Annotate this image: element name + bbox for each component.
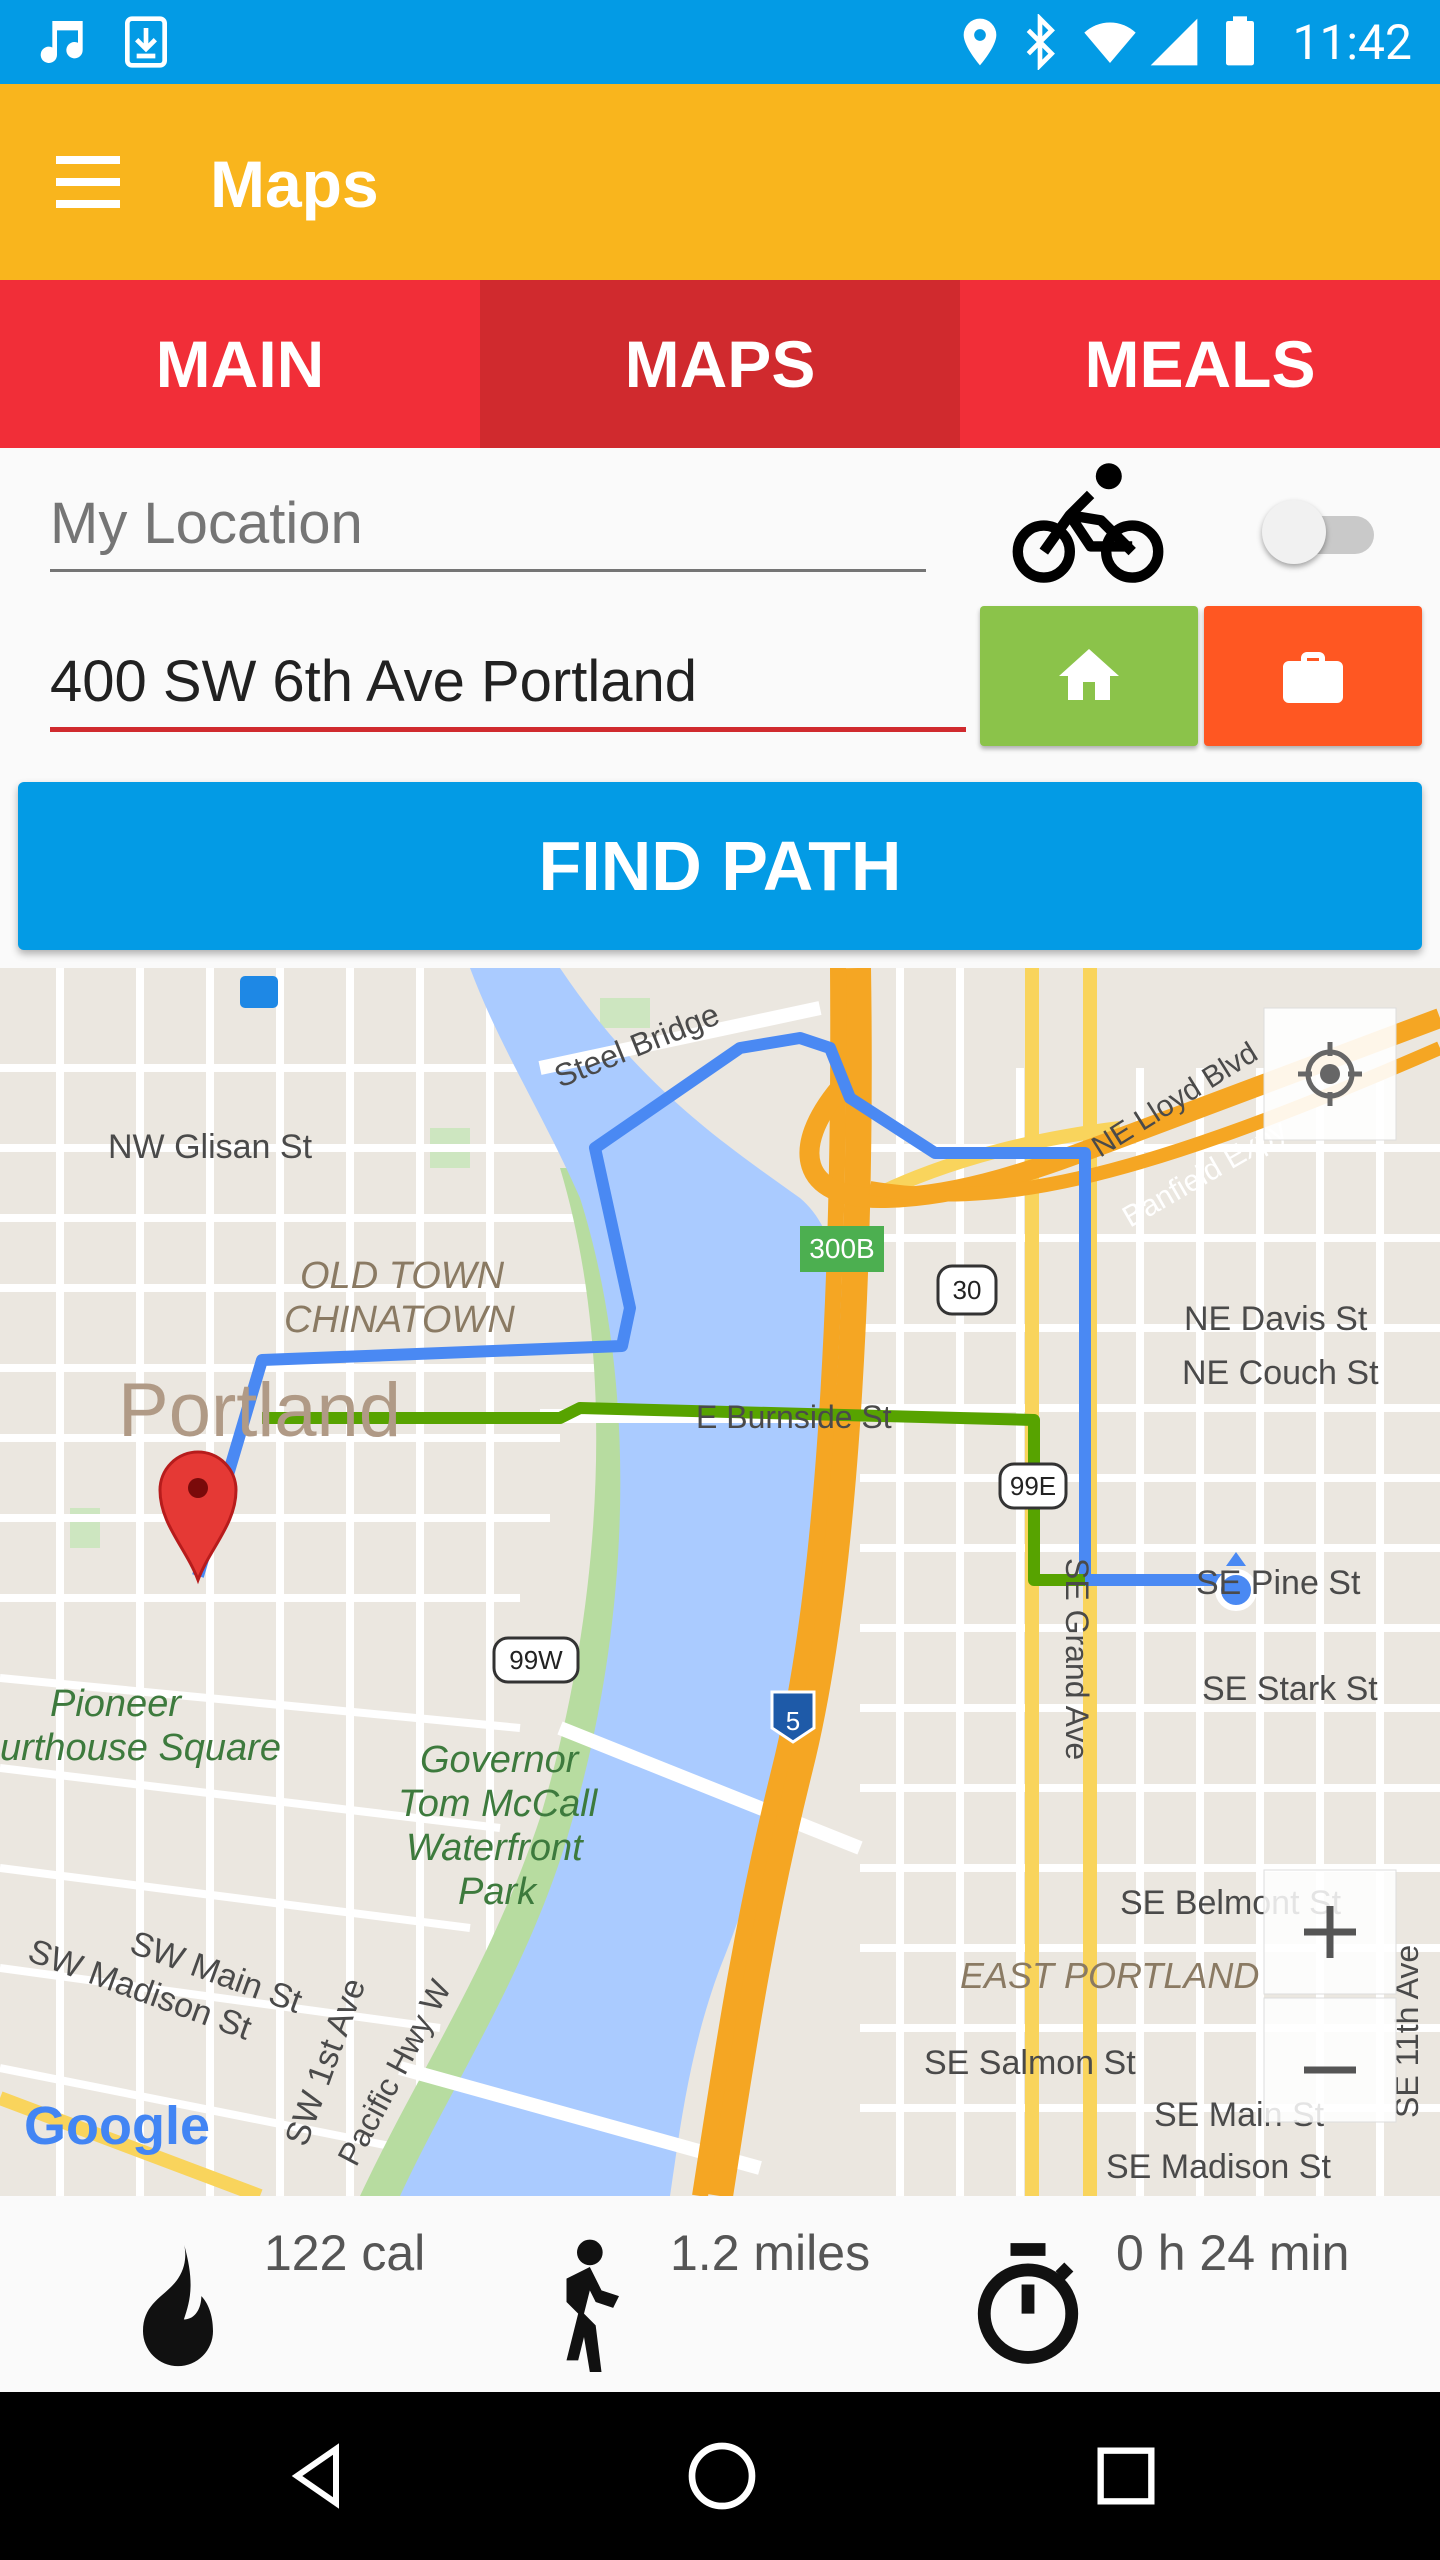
back-icon[interactable] — [282, 2436, 354, 2516]
zoom-in-button[interactable] — [1263, 1869, 1397, 1995]
flame-icon — [143, 2243, 213, 2367]
duration-value: 0 h 24 min — [1116, 2225, 1350, 2281]
bluetooth-icon — [1026, 14, 1055, 70]
switch-thumb — [1262, 500, 1326, 564]
label-davis: NE Davis St — [1184, 1300, 1368, 1338]
status-bar: 11:42 — [0, 0, 1440, 84]
label-se-madison: SE Madison St — [1106, 2148, 1331, 2186]
transit-icon — [240, 976, 278, 1008]
recents-icon[interactable] — [1088, 2436, 1164, 2516]
home-nav-icon[interactable] — [682, 2436, 762, 2516]
label-old-town: OLD TOWN — [300, 1255, 505, 1297]
label-park: Park — [458, 1871, 538, 1913]
download-icon — [125, 16, 167, 68]
label-glisan: NW Glisan St — [108, 1128, 313, 1166]
bicycle-icon — [1012, 463, 1164, 583]
label-chinatown: CHINATOWN — [284, 1299, 515, 1341]
shield-99w-label: 99W — [509, 1645, 563, 1675]
destination-input[interactable]: 400 SW 6th Ave Portland — [50, 648, 966, 732]
google-logo: Google — [24, 2096, 210, 2156]
app-toolbar: Maps — [0, 84, 1440, 280]
label-east-portland: EAST PORTLAND — [960, 1955, 1259, 1996]
shield-300b-label: 300B — [809, 1233, 874, 1264]
label-couch: NE Couch St — [1182, 1354, 1379, 1392]
label-portland: Portland — [118, 1368, 401, 1453]
label-stark: SE Stark St — [1202, 1670, 1378, 1708]
map-view[interactable]: 300B 30 99E 99W 5 NW Glisan St Steel Bri… — [0, 968, 1440, 2196]
label-waterfront: Waterfront — [406, 1827, 584, 1869]
label-pioneer: Pioneer — [50, 1683, 182, 1725]
bike-mode-switch[interactable] — [1262, 500, 1386, 564]
origin-input[interactable]: My Location — [50, 490, 926, 572]
cell-signal-icon — [1150, 18, 1198, 66]
stopwatch-icon — [977, 2243, 1079, 2364]
tab-maps[interactable]: MAPS — [480, 280, 960, 448]
label-pine: SE Pine St — [1196, 1564, 1361, 1602]
shield-i5-label: 5 — [786, 1706, 800, 1736]
destination-pin-icon[interactable] — [158, 1450, 238, 1585]
calories-value: 122 cal — [264, 2225, 426, 2281]
music-note-icon — [40, 21, 83, 64]
label-governor: Governor — [420, 1739, 580, 1781]
work-button[interactable] — [1204, 606, 1422, 746]
label-courthouse-square: urthouse Square — [0, 1727, 281, 1769]
shield-99e-label: 99E — [1010, 1471, 1056, 1501]
home-icon — [1059, 649, 1119, 700]
my-location-button[interactable] — [1263, 1007, 1397, 1141]
tab-bar: MAIN MAPS MEALS — [0, 280, 1440, 448]
page-title: Maps — [210, 147, 379, 221]
label-tom-mccall: Tom McCall — [398, 1783, 599, 1825]
briefcase-icon — [1283, 652, 1343, 703]
clock: 11:42 — [1292, 14, 1412, 71]
map-canvas[interactable]: 300B 30 99E 99W 5 NW Glisan St Steel Bri… — [0, 968, 1440, 2196]
label-salmon: SE Salmon St — [924, 2044, 1136, 2082]
battery-icon — [1226, 16, 1254, 66]
walking-icon — [566, 2239, 619, 2372]
find-path-button[interactable]: FIND PATH — [18, 782, 1422, 950]
distance-value: 1.2 miles — [670, 2225, 871, 2281]
tab-main[interactable]: MAIN — [0, 280, 480, 448]
wifi-icon — [1084, 22, 1136, 63]
hamburger-menu-icon[interactable] — [48, 140, 144, 224]
system-nav-bar — [0, 2392, 1440, 2560]
zoom-out-button[interactable] — [1263, 1997, 1397, 2123]
tab-meals[interactable]: MEALS — [960, 280, 1440, 448]
location-pin-icon — [963, 18, 997, 66]
label-burnside: E Burnside St — [696, 1399, 892, 1435]
label-grand: SE Grand Ave — [1059, 1558, 1095, 1760]
shield-30-label: 30 — [953, 1275, 982, 1305]
stats-bar: 122 cal 1.2 miles 0 h 24 min — [0, 2196, 1440, 2392]
home-button[interactable] — [980, 606, 1198, 746]
